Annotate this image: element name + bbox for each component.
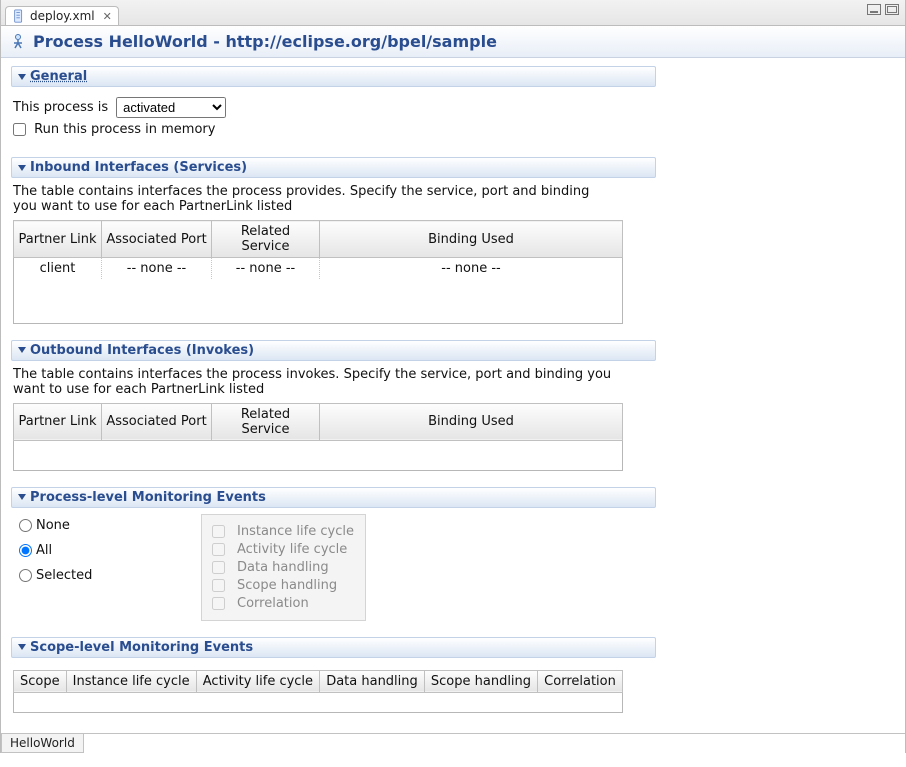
editor-tab-deploy-xml[interactable]: deploy.xml ✕ — [5, 6, 119, 25]
monitoring-checkbox-row: Instance life cycle — [212, 524, 355, 539]
editor-tab-bar: deploy.xml ✕ — [1, 0, 905, 26]
inbound-table[interactable]: Partner Link Associated Port Related Ser… — [13, 220, 623, 324]
monitoring-checkbox-label: Instance life cycle — [237, 524, 354, 539]
table-empty-space — [14, 279, 623, 323]
section-outbound-header[interactable]: Outbound Interfaces (Invokes) — [11, 340, 656, 361]
th-partner-link[interactable]: Partner Link — [14, 403, 102, 440]
section-title: General — [30, 69, 87, 84]
monitoring-checkbox — [212, 543, 225, 556]
th-scope-col[interactable]: Correlation — [538, 670, 623, 692]
chevron-down-icon — [18, 644, 26, 650]
section-inbound: Inbound Interfaces (Services) The table … — [11, 157, 656, 326]
run-in-memory-label: Run this process in memory — [34, 122, 215, 137]
scope-empty-row — [14, 692, 623, 712]
section-general: General This process is activateddeactiv… — [11, 66, 656, 143]
table-cell[interactable]: -- none -- — [212, 258, 320, 280]
radio-all-option[interactable]: All — [19, 543, 183, 558]
th-partner-link[interactable]: Partner Link — [14, 221, 102, 258]
maximize-icon[interactable] — [885, 4, 899, 15]
th-scope-col[interactable]: Instance life cycle — [66, 670, 196, 692]
monitoring-checkbox-label: Data handling — [237, 560, 329, 575]
monitoring-checkbox — [212, 561, 225, 574]
section-scope-monitoring-header[interactable]: Scope-level Monitoring Events — [11, 637, 656, 658]
outbound-table[interactable]: Partner Link Associated Port Related Ser… — [13, 403, 623, 471]
outbound-description: The table contains interfaces the proces… — [13, 367, 613, 397]
radio-none-option[interactable]: None — [19, 518, 183, 533]
th-scope-col[interactable]: Scope handling — [424, 670, 537, 692]
section-process-monitoring: Process-level Monitoring Events None All… — [11, 487, 656, 623]
monitoring-checkbox — [212, 579, 225, 592]
scope-table[interactable]: ScopeInstance life cycleActivity life cy… — [13, 670, 623, 713]
monitoring-checkbox-row: Data handling — [212, 560, 355, 575]
process-icon — [9, 33, 27, 51]
chevron-down-icon — [18, 347, 26, 353]
inbound-description: The table contains interfaces the proces… — [13, 184, 603, 214]
chevron-down-icon — [18, 74, 26, 80]
monitoring-checkbox-label: Activity life cycle — [237, 542, 347, 557]
th-related-service[interactable]: Related Service — [212, 221, 320, 258]
process-state-select[interactable]: activateddeactivatedretired — [116, 97, 226, 118]
run-in-memory-checkbox[interactable] — [13, 123, 26, 136]
monitoring-checkbox-label: Scope handling — [237, 578, 337, 593]
section-scope-monitoring: Scope-level Monitoring Events ScopeInsta… — [11, 637, 656, 715]
table-row[interactable]: client-- none ---- none ---- none -- — [14, 258, 623, 280]
chevron-down-icon — [18, 494, 26, 500]
radio-none[interactable] — [19, 519, 32, 532]
th-associated-port[interactable]: Associated Port — [102, 403, 212, 440]
monitoring-checkboxes: Instance life cycle Activity life cycle Da… — [201, 514, 366, 621]
th-scope-col[interactable]: Scope — [14, 670, 67, 692]
process-is-label: This process is — [13, 100, 108, 115]
th-associated-port[interactable]: Associated Port — [102, 221, 212, 258]
monitoring-checkbox-row: Correlation — [212, 596, 355, 611]
section-outbound: Outbound Interfaces (Invokes) The table … — [11, 340, 656, 473]
monitoring-checkbox-row: Activity life cycle — [212, 542, 355, 557]
th-related-service[interactable]: Related Service — [212, 403, 320, 440]
section-title: Inbound Interfaces (Services) — [30, 160, 247, 175]
th-binding-used[interactable]: Binding Used — [320, 403, 623, 440]
monitoring-checkbox — [212, 525, 225, 538]
section-general-header[interactable]: General — [11, 66, 656, 87]
th-scope-col[interactable]: Data handling — [320, 670, 425, 692]
editor-tab-label: deploy.xml — [30, 9, 95, 23]
form-header: Process HelloWorld - http://eclipse.org/… — [1, 26, 905, 58]
radio-selected[interactable] — [19, 569, 32, 582]
section-title: Process-level Monitoring Events — [30, 490, 266, 505]
monitoring-checkbox — [212, 597, 225, 610]
section-title: Outbound Interfaces (Invokes) — [30, 343, 254, 358]
table-cell[interactable]: -- none -- — [102, 258, 212, 280]
table-empty-space — [14, 440, 623, 470]
th-scope-col[interactable]: Activity life cycle — [196, 670, 319, 692]
minimize-icon[interactable] — [867, 4, 881, 15]
table-cell[interactable]: -- none -- — [320, 258, 623, 280]
page-tab-bar: HelloWorld — [1, 733, 905, 753]
run-in-memory-option[interactable]: Run this process in memory — [13, 122, 215, 137]
th-binding-used[interactable]: Binding Used — [320, 221, 623, 258]
section-title: Scope-level Monitoring Events — [30, 640, 253, 655]
monitoring-checkbox-row: Scope handling — [212, 578, 355, 593]
file-icon — [12, 9, 26, 23]
table-cell[interactable]: client — [14, 258, 102, 280]
radio-selected-option[interactable]: Selected — [19, 568, 183, 583]
close-icon[interactable]: ✕ — [103, 10, 112, 23]
page-tab-helloworld[interactable]: HelloWorld — [1, 734, 84, 753]
section-process-monitoring-header[interactable]: Process-level Monitoring Events — [11, 487, 656, 508]
page-title: Process HelloWorld - http://eclipse.org/… — [33, 32, 497, 51]
section-inbound-header[interactable]: Inbound Interfaces (Services) — [11, 157, 656, 178]
chevron-down-icon — [18, 165, 26, 171]
radio-all[interactable] — [19, 544, 32, 557]
monitoring-checkbox-label: Correlation — [237, 596, 309, 611]
